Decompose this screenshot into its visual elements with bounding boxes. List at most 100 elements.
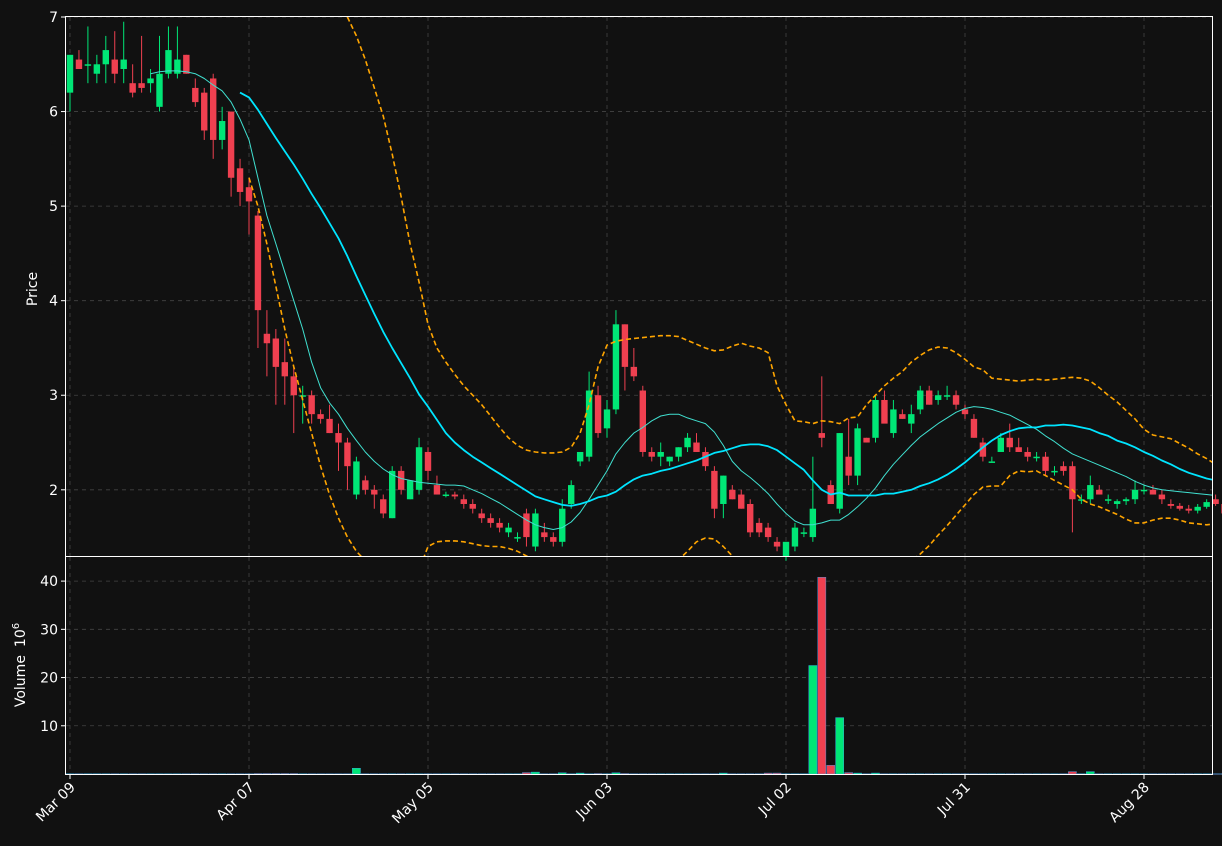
volume-bar [531, 771, 540, 775]
candle-body [711, 470, 718, 509]
candle-body [576, 451, 584, 462]
candle-body [210, 78, 217, 140]
candle-body [532, 513, 539, 547]
candle-body [424, 451, 432, 471]
candle-body [1096, 489, 1103, 495]
candle-body [218, 121, 226, 140]
candle-body [747, 503, 754, 533]
candle-body [505, 527, 512, 533]
candle-body [1122, 499, 1130, 502]
candle-body [568, 485, 575, 504]
price-tick-label: 2 [49, 483, 58, 499]
candle-body [782, 541, 790, 556]
candle-body [406, 480, 414, 500]
candle-body [523, 513, 530, 538]
volume-bar [1068, 771, 1077, 775]
candle-body [594, 395, 602, 434]
candle-body [541, 532, 548, 538]
candle-body [988, 461, 996, 463]
candle-body [308, 395, 315, 415]
candle-body [344, 442, 351, 467]
candle-body [881, 399, 888, 424]
candle-body [1042, 456, 1049, 471]
candle-body [487, 518, 494, 523]
candle-body [192, 87, 199, 103]
candle-body [156, 73, 163, 107]
candle-body [738, 494, 745, 509]
candle-body [362, 480, 369, 490]
price-tick-label: 7 [49, 10, 58, 26]
volume-bar [557, 772, 567, 775]
candle-body [460, 499, 467, 504]
candle-body [720, 475, 727, 504]
candle-body [254, 215, 262, 311]
chart-background [0, 0, 1222, 846]
volume-bar [835, 717, 844, 775]
candle-body [1212, 499, 1219, 504]
candle-body [433, 485, 441, 495]
candle-body [559, 508, 566, 542]
candle-body [926, 390, 933, 405]
volume-bar [352, 768, 361, 775]
candle-body [1185, 508, 1192, 511]
price-tick-label: 4 [49, 294, 58, 310]
candle-body [514, 537, 521, 539]
candle-body [755, 522, 763, 533]
candle-body [666, 456, 673, 462]
volume-axis-label-text: Volume [13, 655, 29, 707]
candle-body [183, 54, 190, 74]
volume-bar [817, 577, 827, 775]
candle-body [1158, 494, 1166, 500]
candle-body [1015, 447, 1022, 452]
candle-body [1105, 499, 1112, 501]
candle-body [1069, 466, 1076, 500]
candle-body [1176, 505, 1183, 509]
candle-body [612, 324, 620, 410]
candle-body [201, 92, 208, 131]
volume-tick-label: 30 [40, 622, 58, 638]
candle-body [854, 428, 861, 476]
candle-body [397, 470, 405, 490]
candle-body [890, 409, 897, 434]
volume-bar [611, 772, 621, 775]
volume-axis-label-exponent: 6 [11, 623, 22, 629]
candle-body [1006, 437, 1013, 448]
candle-body [693, 442, 700, 452]
price-tick-label: 5 [49, 199, 58, 215]
candle-body [639, 390, 646, 452]
candle-body [299, 395, 306, 397]
candle-body [371, 489, 378, 495]
candle-body [1140, 489, 1148, 492]
volume-bar [871, 772, 880, 775]
volume-tick-label: 10 [40, 719, 58, 735]
volume-bar [844, 772, 853, 775]
candle-body [836, 433, 843, 509]
candle-body [917, 390, 924, 410]
candle-body [657, 451, 664, 457]
candle-body [908, 414, 915, 424]
candle-body [129, 83, 136, 93]
candle-body [809, 508, 817, 538]
candle-body [764, 527, 772, 538]
candle-body [111, 59, 118, 74]
price-axis-label: Price [25, 272, 41, 306]
candle-body [451, 494, 459, 497]
candle-body [621, 324, 629, 367]
candle-body [675, 447, 682, 457]
candle-body [102, 50, 109, 65]
candle-body [389, 470, 396, 519]
candle-body [442, 494, 450, 497]
candle-body [1203, 502, 1210, 507]
candle-body [1167, 503, 1175, 506]
candle-body [702, 451, 709, 467]
volume-bar [1085, 771, 1095, 775]
candle-body [1149, 489, 1157, 495]
candle-body [585, 390, 593, 457]
candle-body [415, 447, 423, 490]
volume-bar [522, 772, 531, 775]
candle-body [1131, 489, 1139, 500]
candle-body [75, 59, 83, 70]
volume-bar [719, 772, 728, 775]
candle-body [93, 64, 101, 74]
candle-body [943, 395, 951, 397]
